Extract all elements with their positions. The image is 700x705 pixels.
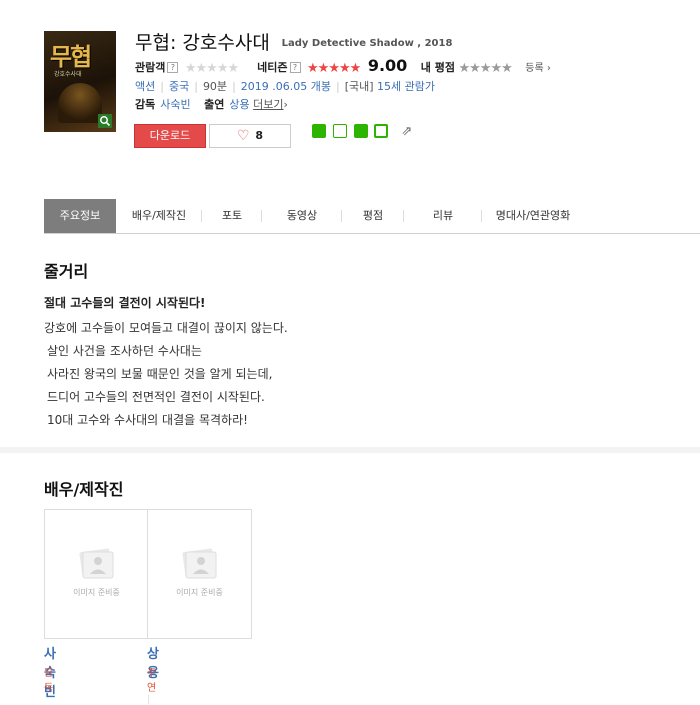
placeholder-text: 이미지 준비중 — [73, 588, 120, 597]
tab-main-info[interactable]: 주요정보 — [44, 199, 116, 233]
person-placeholder-icon — [79, 548, 114, 579]
poster-subtitle: 강호수사대 — [54, 71, 82, 78]
like-button[interactable]: ♡ 8 — [209, 124, 291, 148]
cast-card[interactable]: 이미지 준비중 — [44, 509, 149, 639]
tab-bar: 주요정보 배우/제작진 포토 동영상 평점 리뷰 명대사/연관영화 — [44, 199, 700, 234]
cast-section-header: 배우/제작진 — [44, 476, 123, 500]
netizen-score: 9.00 — [367, 56, 408, 75]
cast-heading: 배우/제작진 — [44, 480, 124, 499]
audience-stars: ★★★★★ — [184, 61, 239, 76]
title-row: 무협: 강호수사대 Lady Detective Shadow , 2018 — [135, 28, 452, 55]
star-share-icon[interactable] — [353, 124, 368, 138]
tab-quotes-related[interactable]: 명대사/연관영화 — [482, 199, 584, 233]
synopsis-line: 강호에 고수들이 모여들고 대결이 끊이지 않는다. — [44, 321, 288, 335]
synopsis-line: 사라진 왕국의 보물 때문인 것을 알게 되는데, — [47, 367, 273, 381]
register-rating-link[interactable]: 등록 › — [525, 63, 551, 74]
synopsis-heading: 줄거리 — [44, 262, 89, 281]
tab-photo[interactable]: 포토 — [202, 199, 262, 233]
age-rating-link[interactable]: 15세 관람가 — [377, 80, 435, 93]
tab-cast-crew[interactable]: 배우/제작진 — [116, 199, 202, 233]
placeholder-text: 이미지 준비중 — [176, 588, 223, 597]
netizen-stars: ★★★★★ — [307, 61, 361, 76]
more-arrow: › — [283, 98, 288, 111]
netizen-help-icon[interactable]: ? — [289, 62, 301, 73]
download-button[interactable]: 다운로드 — [134, 124, 206, 148]
heart-icon: ♡ — [236, 128, 250, 144]
external-share-icon[interactable]: ⇗ — [401, 124, 412, 139]
cast-link[interactable]: 상용 — [229, 98, 249, 111]
genre-link[interactable]: 액션 — [135, 80, 155, 93]
credit-row: 감독 사숙빈 출연 상용 더보기› — [135, 96, 288, 112]
rating-prefix: [국내] — [344, 80, 374, 93]
cast-card[interactable]: 이미지 준비중 — [147, 509, 252, 639]
movie-header: 무협 강호수사대 무협: 강호수사대 Lady Detective Shadow… — [0, 0, 700, 196]
audience-label: 관람객 — [135, 61, 166, 74]
info-row: 액션 | 중국 | 90분 | 2019 .06.05 개봉 | [국내] 15세 관람가 — [135, 80, 436, 93]
director-label: 감독 — [135, 98, 156, 111]
more-link[interactable]: 더보기 — [253, 98, 283, 111]
audience-help-icon[interactable]: ? — [167, 62, 179, 73]
synopsis-line: 10대 고수와 수사대의 대결을 목격하라! — [47, 413, 248, 427]
blog-share-icon[interactable] — [312, 124, 326, 138]
square-share-icon[interactable] — [374, 124, 389, 138]
synopsis-headline: 절대 고수들의 결전이 시작된다! — [44, 296, 206, 310]
search-icon[interactable] — [98, 114, 112, 128]
synopsis-line: 살인 사건을 조사하던 수사대는 — [47, 344, 202, 358]
cast-role: 감독 — [44, 668, 54, 694]
talk-share-icon[interactable] — [332, 124, 347, 138]
runtime: 90분 — [202, 80, 228, 93]
person-placeholder-icon — [182, 548, 217, 579]
rating-row: 관람객? ★★★★★ 네티즌? ★★★★★ 9.00 내 평점 ★★★★★ 등록… — [135, 56, 551, 76]
movie-title[interactable]: 무협: 강호수사대 — [135, 32, 270, 54]
cast-label: 출연 — [204, 98, 225, 111]
director-link[interactable]: 사숙빈 — [160, 98, 190, 111]
synopsis-line: 드디어 고수들의 전면적인 결전이 시작된다. — [47, 390, 265, 404]
poster-figure — [58, 83, 102, 123]
poster-title: 무협 — [50, 42, 92, 71]
release-date-link[interactable]: 2019 .06.05 개봉 — [241, 80, 331, 93]
tab-video[interactable]: 동영상 — [262, 199, 342, 233]
tab-review[interactable]: 리뷰 — [404, 199, 482, 233]
netizen-label: 네티즌 — [257, 61, 288, 74]
cast-role: 주연 | — [147, 668, 157, 705]
share-bar: ⇗ — [312, 124, 415, 139]
section-divider — [0, 447, 700, 453]
my-rating-label: 내 평점 — [420, 61, 455, 74]
synopsis-section: 줄거리 절대 고수들의 결전이 시작된다! 강호에 고수들이 모여들고 대결이 … — [44, 258, 288, 432]
my-rating-stars[interactable]: ★★★★★ — [459, 61, 513, 76]
tab-rating[interactable]: 평점 — [342, 199, 404, 233]
like-count: 8 — [255, 129, 264, 142]
country-link[interactable]: 중국 — [169, 80, 189, 93]
movie-poster[interactable]: 무협 강호수사대 — [44, 31, 116, 132]
original-title: Lady Detective Shadow , 2018 — [281, 38, 453, 49]
